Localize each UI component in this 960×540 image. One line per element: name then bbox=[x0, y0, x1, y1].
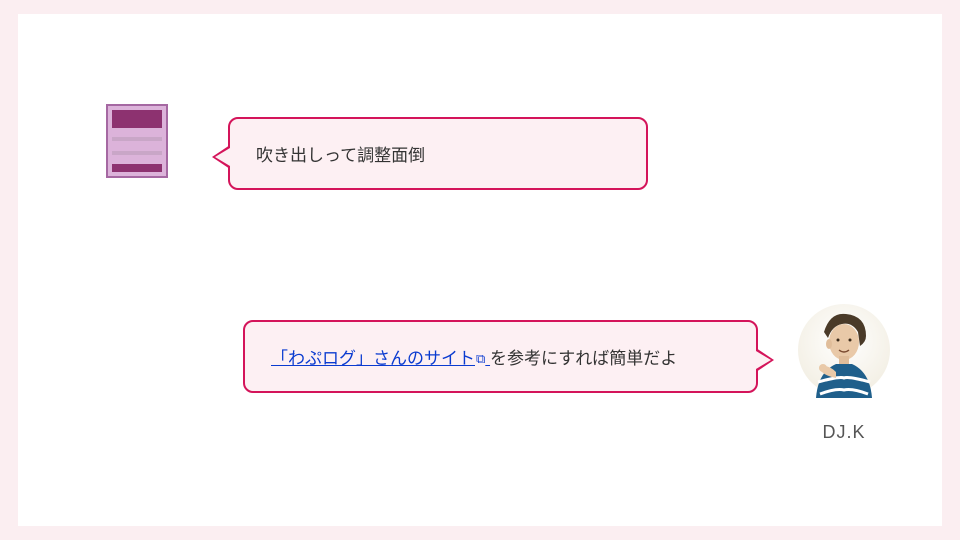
bubble-tail-left-icon bbox=[212, 145, 230, 169]
right-author-name: DJ.K bbox=[796, 422, 892, 443]
reference-link-text: 「わぷログ」さんのサイト bbox=[271, 349, 475, 368]
left-avatar bbox=[106, 104, 168, 178]
book-icon bbox=[106, 104, 168, 178]
person-avatar-icon bbox=[796, 302, 892, 398]
speech-bubble-right: 「わぷログ」さんのサイト⧉ を参考にすれば簡単だよ bbox=[243, 320, 758, 393]
right-bubble-suffix: を参考にすれば簡単だよ bbox=[490, 349, 677, 368]
speech-bubble-left: 吹き出しって調整面倒 bbox=[228, 117, 648, 190]
right-avatar bbox=[796, 302, 892, 398]
content-canvas: 吹き出しって調整面倒 「わぷログ」さんのサイト⧉ を参考にすれば簡単だよ bbox=[18, 14, 942, 526]
bubble-tail-right-icon bbox=[756, 348, 774, 372]
reference-link[interactable]: 「わぷログ」さんのサイト⧉ bbox=[271, 349, 490, 368]
left-bubble-text: 吹き出しって調整面倒 bbox=[256, 146, 425, 165]
external-link-icon: ⧉ bbox=[476, 351, 485, 367]
